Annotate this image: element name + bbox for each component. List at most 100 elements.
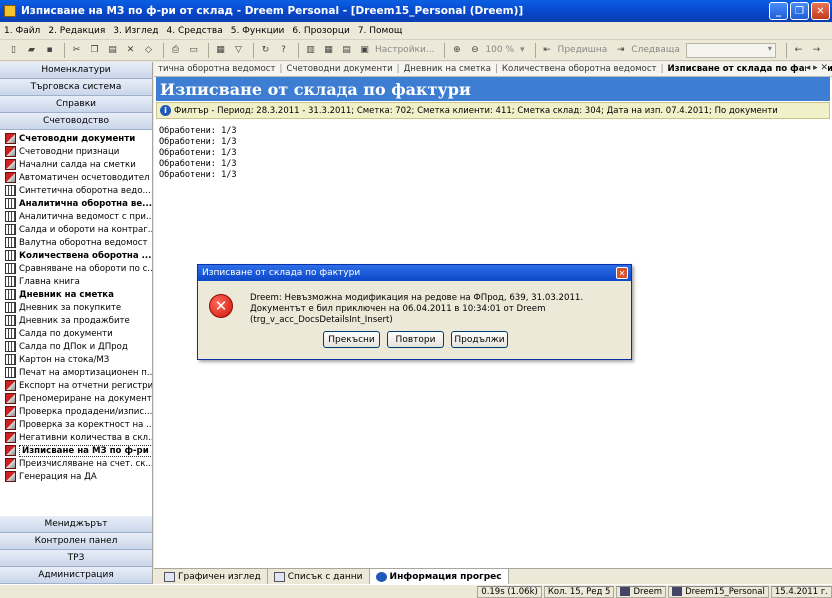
ledger-icon (5, 302, 16, 313)
refresh-icon[interactable]: ↻ (258, 43, 273, 58)
sidebar-item[interactable]: Печат на амортизационен п... (0, 366, 152, 379)
cut-icon[interactable]: ✂ (69, 43, 84, 58)
sidebar-item[interactable]: Негативни количества в скл... (0, 431, 152, 444)
ledger-icon (5, 315, 16, 326)
nav-control-panel[interactable]: Контролен панел (0, 533, 152, 550)
prev-page-button[interactable]: Предишна (558, 45, 608, 55)
tab-account-journal[interactable]: Дневник на сметка (400, 64, 495, 74)
sidebar-item[interactable]: Салда по ДПок и ДПрод (0, 340, 152, 353)
sidebar-item[interactable]: Картон на стока/МЗ (0, 353, 152, 366)
eraser-icon[interactable]: ◇ (141, 43, 156, 58)
sidebar-item[interactable]: Дневник за покупките (0, 301, 152, 314)
nav-payroll[interactable]: ТРЗ (0, 550, 152, 567)
sidebar-item[interactable]: Генерация на ДА (0, 470, 152, 483)
sidebar-item[interactable]: Синтетична оборотна ведо... (0, 184, 152, 197)
sidebar-item[interactable]: Преномериране на документи (0, 392, 152, 405)
print-preview-icon[interactable]: ▭ (186, 43, 201, 58)
next-page-button[interactable]: Следваща (631, 45, 680, 55)
sidebar-item[interactable]: Дневник на сметка (0, 288, 152, 301)
minimize-button[interactable]: _ (769, 2, 788, 20)
sidebar-item[interactable]: Изписване на МЗ по ф-ри ... (0, 444, 152, 457)
columns-icon[interactable]: ▤ (339, 43, 354, 58)
sidebar-item[interactable]: Сравняване на обороти по с... (0, 262, 152, 275)
bottom-tabs: Графичен изглед Списък с данни Информаци… (154, 568, 832, 584)
sidebar-item[interactable]: Проверка продадени/изпис... (0, 405, 152, 418)
menu-windows[interactable]: 6. Прозорци (292, 26, 349, 36)
zoom-in-icon[interactable]: ⊕ (449, 43, 464, 58)
sidebar-item-label: Главна книга (19, 276, 80, 287)
menu-view[interactable]: 3. Изглед (113, 26, 158, 36)
sidebar-item-label: Синтетична оборотна ведо... (19, 185, 151, 196)
dialog-close-button[interactable]: ✕ (616, 267, 628, 279)
table-icon[interactable]: ▦ (321, 43, 336, 58)
sidebar-item[interactable]: Проверка за коректност на ... (0, 418, 152, 431)
nav-accounting[interactable]: Счетоводство (0, 113, 152, 130)
forward-arrow-icon[interactable]: → (809, 43, 824, 58)
sidebar-item[interactable]: Аналитична ведомост с при... (0, 210, 152, 223)
open-folder-icon[interactable]: ▰ (24, 43, 39, 58)
tab-analytic-turnover[interactable]: тична оборотна ведомост (154, 64, 279, 74)
filter-text: Филтър - Период: 28.3.2011 - 31.3.2011; … (174, 105, 778, 116)
sidebar-item[interactable]: Преизчисляване на счет. ск... (0, 457, 152, 470)
nav-trade-system[interactable]: Търговска система (0, 79, 152, 96)
log-line: Обработени: 1/3 (159, 170, 237, 180)
sidebar-item[interactable]: Автоматичен осчетоводител (0, 171, 152, 184)
back-arrow-icon[interactable]: ← (791, 43, 806, 58)
sidebar-item[interactable]: Главна книга (0, 275, 152, 288)
error-dialog: Изписване от склада по фактури ✕ ✕ Dreem… (197, 264, 632, 360)
menu-file[interactable]: 1. Файл (4, 26, 40, 36)
nav-manager[interactable]: Мениджърът (0, 516, 152, 533)
print-icon[interactable]: ⎙ (168, 43, 183, 58)
sidebar-item[interactable]: Начални салда на сметки (0, 158, 152, 171)
sidebar-item[interactable]: Салда и обороти на контраг... (0, 223, 152, 236)
report-icon (5, 172, 16, 183)
tab-scroll-controls[interactable]: ◂ ▸ ✕ (805, 63, 828, 73)
sidebar-item[interactable]: Салда по документи (0, 327, 152, 340)
zoom-out-icon[interactable]: ⊖ (467, 43, 482, 58)
page-combo[interactable]: ▾ (685, 42, 776, 58)
copy-icon[interactable]: ❐ (87, 43, 102, 58)
toolbar: ▯ ▰ ▪ ✂ ❐ ▤ ✕ ◇ ⎙ ▭ ▦ ▽ ↻ ? ▥ ▦ ▤ ▣ Наст… (0, 40, 832, 61)
nav-administration[interactable]: Администрация (0, 567, 152, 584)
settings-icon[interactable]: ▣ (357, 43, 372, 58)
next-page-icon[interactable]: ⇥ (613, 43, 628, 58)
title-bar: Изписване на МЗ по ф-ри от склад - Dreem… (0, 0, 832, 22)
sidebar-item[interactable]: Дневник за продажбите (0, 314, 152, 327)
help-icon[interactable]: ? (276, 43, 291, 58)
prev-page-icon[interactable]: ⇤ (540, 43, 555, 58)
sidebar-item[interactable]: Счетоводни признаци (0, 145, 152, 158)
menu-help[interactable]: 7. Помощ (358, 26, 403, 36)
restore-button[interactable]: ❐ (790, 2, 809, 20)
tab-data-list[interactable]: Списък с данни (268, 569, 370, 584)
zoom-dropdown-icon[interactable]: ▾ (520, 45, 525, 55)
sidebar-item[interactable]: Счетоводни документи (0, 132, 152, 145)
retry-button[interactable]: Повтори (387, 331, 444, 348)
tab-progress-info[interactable]: Информация прогрес (369, 569, 509, 584)
tab-graphic-view[interactable]: Графичен изглед (158, 569, 268, 584)
menu-edit[interactable]: 2. Редакция (48, 26, 105, 36)
settings-button[interactable]: Настройки... (375, 45, 434, 55)
sidebar-item[interactable]: Експорт на отчетни регистри (0, 379, 152, 392)
continue-button[interactable]: Продължи (451, 331, 508, 348)
ledger-icon (5, 211, 16, 222)
tab-accounting-documents[interactable]: Счетоводни документи (282, 64, 396, 74)
tab-quantity-turnover[interactable]: Количествена оборотна ведомост (498, 64, 661, 74)
form-icon[interactable]: ▦ (213, 43, 228, 58)
zoom-select[interactable]: 100 % (485, 45, 514, 55)
nav-reports[interactable]: Справки (0, 96, 152, 113)
new-document-icon[interactable]: ▯ (6, 43, 21, 58)
menu-tools[interactable]: 4. Средства (167, 26, 223, 36)
filter-icon[interactable]: ▽ (231, 43, 246, 58)
nav-nomenclatures[interactable]: Номенклатури (0, 62, 152, 79)
progress-log: Обработени: 1/3 Обработени: 1/3 Обработе… (159, 126, 237, 181)
close-button[interactable]: ✕ (811, 2, 830, 20)
sidebar-item[interactable]: Количествена оборотна ... (0, 249, 152, 262)
save-icon[interactable]: ▪ (42, 43, 57, 58)
layout-icon[interactable]: ▥ (303, 43, 318, 58)
sidebar-item[interactable]: Аналитична оборотна ве... (0, 197, 152, 210)
sidebar-item[interactable]: Валутна оборотна ведомост (0, 236, 152, 249)
delete-icon[interactable]: ✕ (123, 43, 138, 58)
abort-button[interactable]: Прекъсни (323, 331, 380, 348)
paste-icon[interactable]: ▤ (105, 43, 120, 58)
menu-functions[interactable]: 5. Функции (231, 26, 285, 36)
